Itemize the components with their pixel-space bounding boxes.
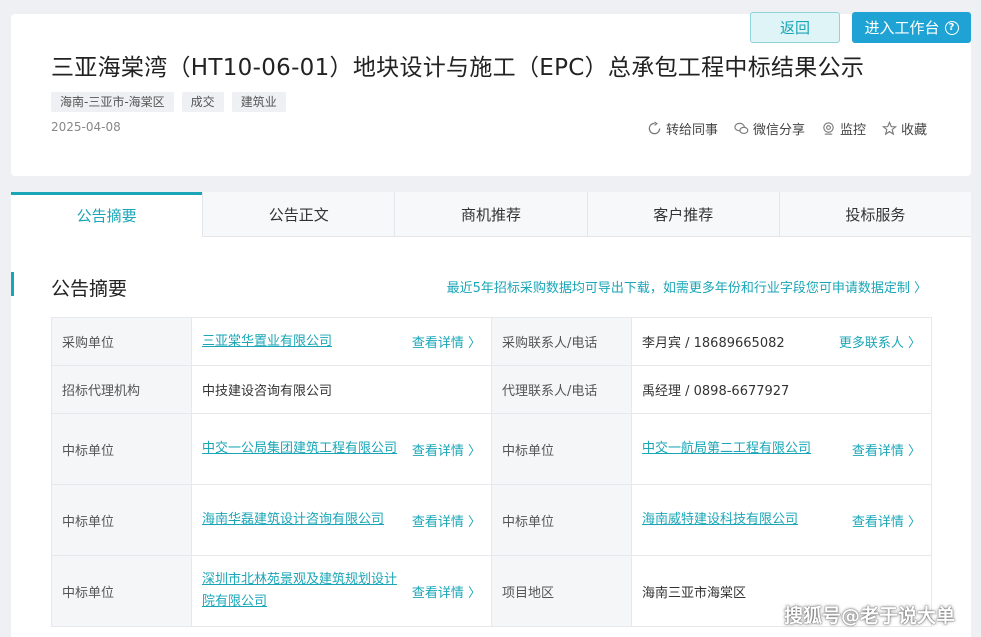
enter-workbench-label: 进入工作台 — [864, 19, 940, 37]
table-row: 中标单位 中交一公局集团建筑工程有限公司 查看详情 〉 中标单位 中交一航局第二… — [51, 413, 932, 485]
question-icon: ? — [944, 20, 959, 35]
table-label: 中标单位 — [51, 555, 192, 627]
enter-workbench-button[interactable]: 进入工作台 ? — [852, 12, 971, 43]
tab-body[interactable]: 公告正文 — [202, 192, 395, 236]
table-value: 深圳市北林苑景观及建筑规划设计院有限公司 查看详情 〉 — [191, 555, 492, 627]
winner-link[interactable]: 中交一航局第二工程有限公司 — [642, 438, 811, 460]
winner-link[interactable]: 中交一公局集团建筑工程有限公司 — [202, 438, 397, 460]
view-detail-link[interactable]: 查看详情 〉 — [852, 511, 921, 530]
table-row: 招标代理机构 中技建设咨询有限公司 代理联系人/电话 禹经理 / 0898-66… — [51, 365, 932, 414]
table-label: 中标单位 — [491, 413, 632, 485]
forward-button[interactable]: 转给同事 — [647, 119, 718, 138]
favorite-button[interactable]: 收藏 — [882, 119, 927, 138]
table-value: 中交一公局集团建筑工程有限公司 查看详情 〉 — [191, 413, 492, 485]
tab-bid-service[interactable]: 投标服务 — [778, 192, 972, 236]
table-row: 中标单位 海南华磊建筑设计咨询有限公司 查看详情 〉 中标单位 海南威特建设科技… — [51, 484, 932, 556]
monitor-button[interactable]: 监控 — [821, 119, 866, 138]
table-label: 中标单位 — [51, 484, 192, 556]
agency-name: 中技建设咨询有限公司 — [191, 365, 492, 414]
tag-status[interactable]: 成交 — [181, 92, 224, 112]
tag-region[interactable]: 海南-三亚市-海棠区 — [51, 92, 174, 112]
table-value: 三亚棠华置业有限公司 查看详情 〉 — [191, 317, 492, 366]
tab-summary[interactable]: 公告摘要 — [11, 192, 203, 237]
view-detail-link[interactable]: 查看详情 〉 — [852, 440, 921, 459]
winner-link[interactable]: 深圳市北林苑景观及建筑规划设计院有限公司 — [202, 569, 404, 613]
table-label: 采购联系人/电话 — [491, 317, 632, 366]
monitor-label: 监控 — [840, 123, 867, 138]
summary-table: 采购单位 三亚棠华置业有限公司 查看详情 〉 采购联系人/电话 李月宾 / 18… — [51, 317, 932, 627]
agency-contact: 禹经理 / 0898-6677927 — [631, 365, 932, 414]
purchaser-contact: 李月宾 / 18689665082 — [642, 336, 785, 351]
publish-date: 2025-04-08 — [51, 120, 121, 134]
tab-bar: 公告摘要 公告正文 商机推荐 客户推荐 投标服务 — [11, 192, 972, 237]
table-label: 项目地区 — [491, 555, 632, 627]
view-detail-link[interactable]: 查看详情 〉 — [412, 582, 481, 601]
monitor-icon — [823, 122, 834, 135]
star-icon — [882, 121, 898, 136]
table-label: 采购单位 — [51, 317, 192, 366]
winner-link[interactable]: 海南威特建设科技有限公司 — [642, 509, 798, 531]
back-button[interactable]: 返回 — [750, 12, 840, 43]
tag-industry[interactable]: 建筑业 — [231, 92, 286, 112]
section-title: 公告摘要 — [51, 278, 128, 300]
share-arrow-icon — [648, 121, 661, 135]
favorite-label: 收藏 — [901, 123, 928, 138]
tab-customers[interactable]: 客户推荐 — [586, 192, 779, 236]
main-card: 公告摘要 公告正文 商机推荐 客户推荐 投标服务 公告摘要 最近5年招标采购数据… — [11, 192, 972, 637]
table-value: 海南华磊建筑设计咨询有限公司 查看详情 〉 — [191, 484, 492, 556]
wechat-icon — [734, 122, 749, 135]
page-title: 三亚海棠湾（HT10-06-01）地块设计与施工（EPC）总承包工程中标结果公示 — [51, 55, 865, 81]
table-label: 招标代理机构 — [51, 365, 192, 414]
export-data-link[interactable]: 最近5年招标采购数据均可导出下载，如需更多年份和行业字段您可申请数据定制 〉 — [447, 277, 927, 296]
wechat-share-label: 微信分享 — [753, 123, 806, 138]
table-label: 代理联系人/电话 — [491, 365, 632, 414]
purchaser-link[interactable]: 三亚棠华置业有限公司 — [202, 331, 332, 353]
table-row: 采购单位 三亚棠华置业有限公司 查看详情 〉 采购联系人/电话 李月宾 / 18… — [51, 317, 932, 366]
forward-label: 转给同事 — [666, 123, 719, 138]
wechat-share-button[interactable]: 微信分享 — [734, 119, 805, 138]
watermark: 搜狐号@老于说大单 — [784, 605, 956, 627]
view-detail-link[interactable]: 查看详情 〉 — [412, 511, 481, 530]
tag-list: 海南-三亚市-海棠区 成交 建筑业 — [51, 92, 286, 112]
table-value: 李月宾 / 18689665082 更多联系人 〉 — [631, 317, 932, 366]
more-contacts-link[interactable]: 更多联系人 〉 — [839, 332, 921, 351]
view-detail-link[interactable]: 查看详情 〉 — [412, 440, 481, 459]
view-detail-link[interactable]: 查看详情 〉 — [412, 332, 481, 351]
table-value: 中交一航局第二工程有限公司 查看详情 〉 — [631, 413, 932, 485]
table-value: 海南威特建设科技有限公司 查看详情 〉 — [631, 484, 932, 556]
table-label: 中标单位 — [51, 413, 192, 485]
table-label: 中标单位 — [491, 484, 632, 556]
winner-link[interactable]: 海南华磊建筑设计咨询有限公司 — [202, 509, 384, 531]
tab-opportunities[interactable]: 商机推荐 — [394, 192, 587, 236]
section-accent-bar — [11, 272, 14, 296]
action-bar: 转给同事 微信分享 监控 收藏 — [647, 119, 927, 138]
